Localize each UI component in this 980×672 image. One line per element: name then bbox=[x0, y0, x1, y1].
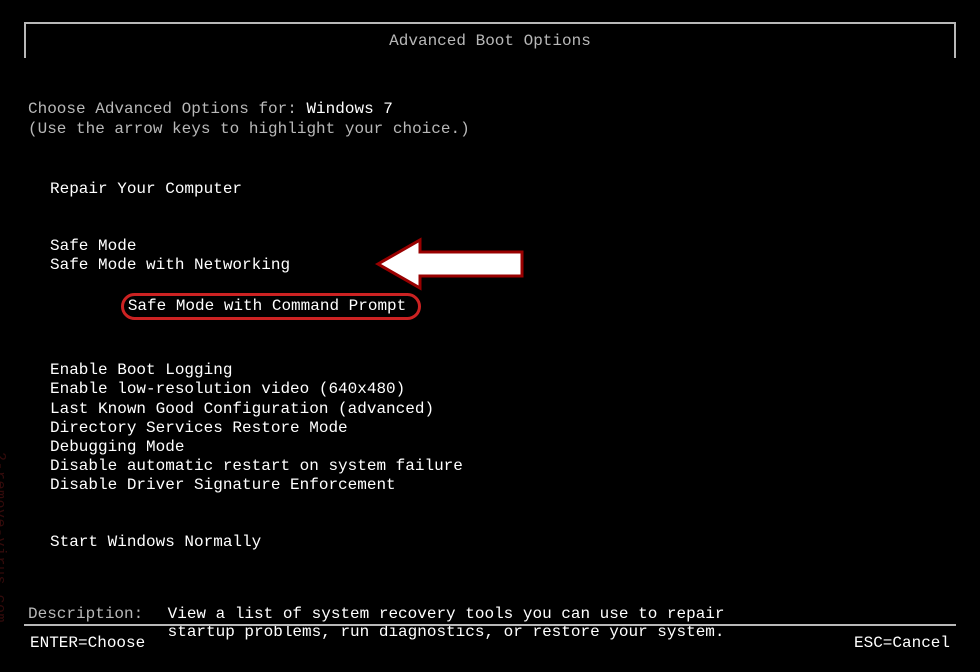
screen-title: Advanced Boot Options bbox=[389, 32, 591, 50]
choose-prefix: Choose Advanced Options for: bbox=[28, 100, 306, 118]
menu-start-normally[interactable]: Start Windows Normally bbox=[50, 533, 952, 552]
description-label: Description: bbox=[28, 605, 158, 623]
highlighted-option: Safe Mode with Command Prompt bbox=[121, 293, 421, 320]
menu-last-known-good[interactable]: Last Known Good Configuration (advanced) bbox=[50, 400, 952, 419]
boot-menu[interactable]: Repair Your Computer Safe Mode Safe Mode… bbox=[50, 180, 952, 553]
footer-esc: ESC=Cancel bbox=[854, 634, 950, 652]
menu-repair-computer[interactable]: Repair Your Computer bbox=[50, 180, 952, 199]
menu-safe-mode-networking[interactable]: Safe Mode with Networking bbox=[50, 256, 952, 275]
watermark-text: 2-remove-virus.com bbox=[0, 452, 8, 623]
menu-safe-mode[interactable]: Safe Mode bbox=[50, 237, 952, 256]
menu-boot-logging[interactable]: Enable Boot Logging bbox=[50, 361, 952, 380]
menu-dsrm[interactable]: Directory Services Restore Mode bbox=[50, 419, 952, 438]
footer-bar: ENTER=Choose ESC=Cancel bbox=[24, 624, 956, 652]
menu-disable-auto-restart[interactable]: Disable automatic restart on system fail… bbox=[50, 457, 952, 476]
arrow-keys-hint: (Use the arrow keys to highlight your ch… bbox=[28, 120, 952, 138]
menu-debugging[interactable]: Debugging Mode bbox=[50, 438, 952, 457]
menu-safe-mode-cmd[interactable]: Safe Mode with Command Prompt bbox=[50, 276, 952, 340]
menu-low-res-video[interactable]: Enable low-resolution video (640x480) bbox=[50, 380, 952, 399]
menu-disable-driver-sig[interactable]: Disable Driver Signature Enforcement bbox=[50, 476, 952, 495]
content-area: Choose Advanced Options for: Windows 7 (… bbox=[0, 100, 980, 641]
title-bar: Advanced Boot Options bbox=[24, 22, 956, 58]
os-name: Windows 7 bbox=[306, 100, 392, 118]
footer-enter: ENTER=Choose bbox=[30, 634, 145, 652]
choose-line: Choose Advanced Options for: Windows 7 bbox=[28, 100, 952, 118]
